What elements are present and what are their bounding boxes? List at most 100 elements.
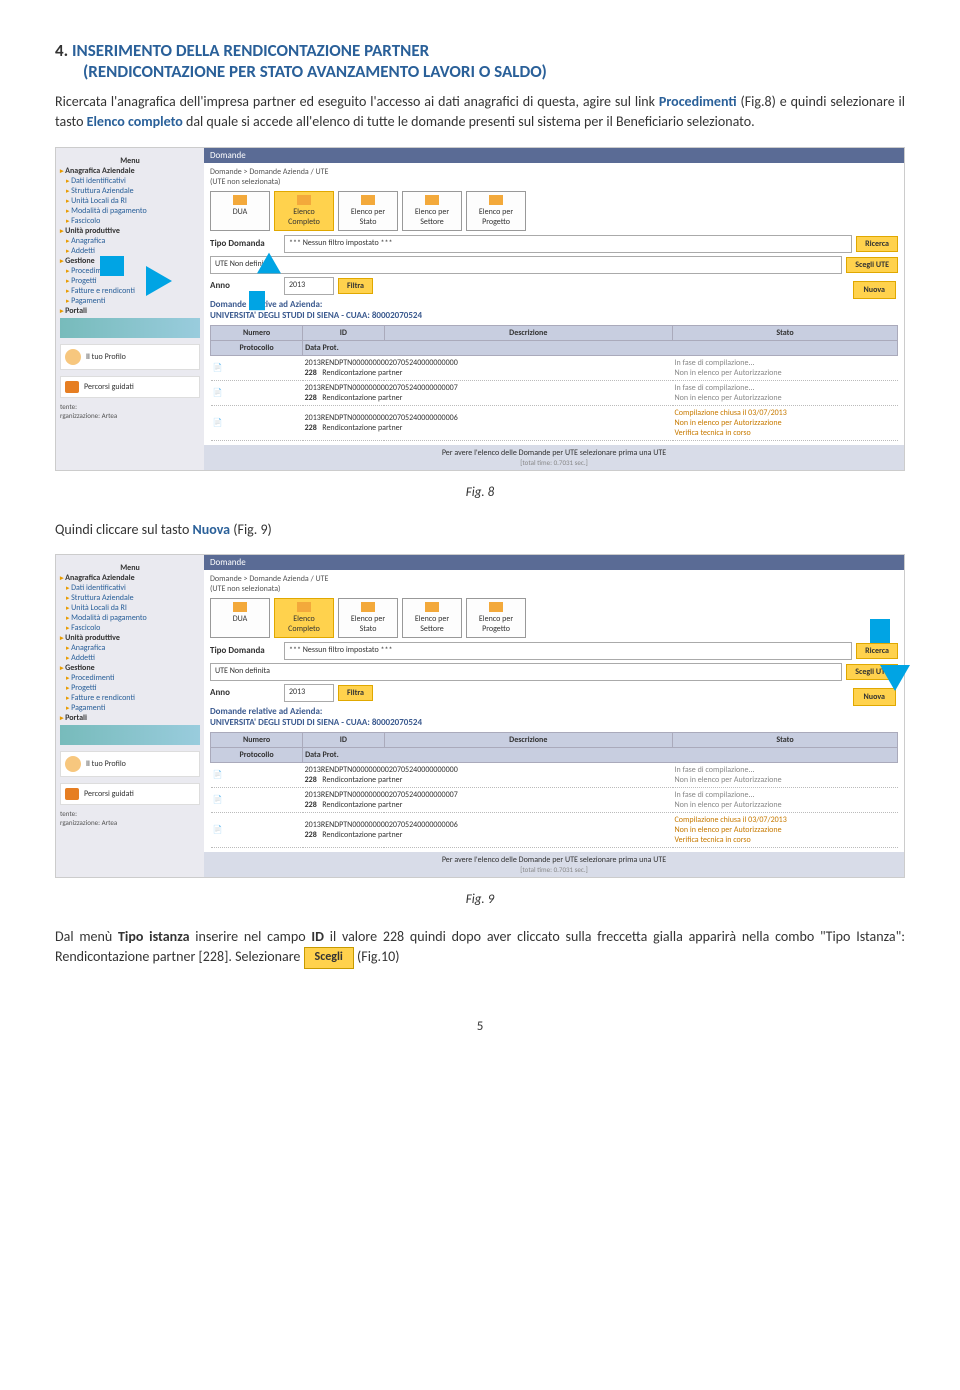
plus-icon bbox=[233, 195, 247, 205]
sidebar-percorsi[interactable]: Percorsi guidati bbox=[60, 376, 200, 398]
lbl-anno: Anno bbox=[210, 687, 280, 698]
sidebar-section-unita[interactable]: Unità produttive bbox=[60, 633, 200, 643]
table-row[interactable]: 📄2013RENDPTN0000000002070524000000000022… bbox=[211, 762, 898, 787]
sidebar-banner bbox=[60, 318, 200, 338]
sidebar-item-progetti[interactable]: Progetti bbox=[60, 276, 200, 286]
lbl-anno: Anno bbox=[210, 280, 280, 291]
sidebar-item-dati[interactable]: Dati identificativi bbox=[60, 583, 200, 593]
sidebar-tente: tente: bbox=[60, 402, 200, 411]
sidebar-section-portali[interactable]: Portali bbox=[60, 713, 200, 723]
btn-filtra[interactable]: Filtra bbox=[338, 685, 373, 701]
section-number: 4. bbox=[55, 40, 68, 61]
main-panel: Domande Domande > Domande Azienda / UTE … bbox=[204, 148, 904, 470]
arrow-icon bbox=[880, 665, 910, 691]
table-row[interactable]: 📄2013RENDPTN0000000002070524000000000022… bbox=[211, 355, 898, 380]
table-row[interactable]: 📄2013RENDPTN0000000002070524000000000622… bbox=[211, 812, 898, 847]
sidebar-item-dati[interactable]: Dati identificativi bbox=[60, 176, 200, 186]
sidebar-section-portali[interactable]: Portali bbox=[60, 306, 200, 316]
sidebar-section-anagrafica[interactable]: Anagrafica Aziendale bbox=[60, 573, 200, 583]
sidebar-item-procedimenti[interactable]: Procedimenti bbox=[60, 266, 200, 276]
section-title-2: (RENDICONTAZIONE PER STATO AVANZAMENTO L… bbox=[83, 61, 905, 82]
btn-nuova[interactable]: Nuova bbox=[853, 281, 896, 299]
sidebar-profile-label: Il tuo Profilo bbox=[86, 759, 126, 769]
combo-ute[interactable]: UTE Non definita bbox=[210, 663, 842, 681]
sidebar-percorsi[interactable]: Percorsi guidati bbox=[60, 783, 200, 805]
btn-ricerca[interactable]: Ricerca bbox=[856, 236, 898, 252]
sidebar-section-unita[interactable]: Unità produttive bbox=[60, 226, 200, 236]
combo-anno[interactable]: 2013 bbox=[284, 277, 334, 295]
sidebar-item-anag[interactable]: Anagrafica bbox=[60, 643, 200, 653]
sidebar-item-modalita[interactable]: Modalità di pagamento bbox=[60, 613, 200, 623]
sidebar-item-addetti[interactable]: Addetti bbox=[60, 653, 200, 663]
th-descrizione: Descrizione bbox=[384, 732, 673, 747]
btn-elenco-progetto[interactable]: Elenco per Progetto bbox=[466, 191, 526, 231]
footer-hint: Per avere l'elenco delle Domande per UTE… bbox=[204, 852, 904, 877]
avatar-icon bbox=[65, 756, 81, 772]
scegli-button[interactable]: Scegli bbox=[304, 947, 354, 968]
btn-elenco-settore[interactable]: Elenco per Settore bbox=[402, 598, 462, 638]
sidebar-item-pagamenti[interactable]: Pagamenti bbox=[60, 296, 200, 306]
ute-subtext: (UTE non selezionata) bbox=[210, 177, 898, 187]
th-protocollo: Protocollo bbox=[211, 747, 303, 762]
fig8-caption: Fig. 8 bbox=[55, 485, 905, 500]
ute-subtext: (UTE non selezionata) bbox=[210, 584, 898, 594]
btn-elenco-settore[interactable]: Elenco per Settore bbox=[402, 191, 462, 231]
plus-icon bbox=[425, 602, 439, 612]
sidebar-profile[interactable]: Il tuo Profilo bbox=[60, 344, 200, 370]
section-heading: 4. INSERIMENTO DELLA RENDICONTAZIONE PAR… bbox=[55, 40, 905, 82]
sidebar-profile[interactable]: Il tuo Profilo bbox=[60, 751, 200, 777]
sidebar-item-fatture[interactable]: Fatture e rendiconti bbox=[60, 693, 200, 703]
sidebar-item-struttura[interactable]: Struttura Aziendale bbox=[60, 593, 200, 603]
sidebar-item-fascicolo[interactable]: Fascicolo bbox=[60, 216, 200, 226]
sidebar-item-fascicolo[interactable]: Fascicolo bbox=[60, 623, 200, 633]
combo-tipo-domanda[interactable]: *** Nessun filtro impostato *** bbox=[284, 642, 852, 660]
sidebar-org: rganizzazione: Artea bbox=[60, 411, 200, 420]
btn-elenco-stato[interactable]: Elenco per Stato bbox=[338, 598, 398, 638]
sidebar-item-fatture[interactable]: Fatture e rendiconti bbox=[60, 286, 200, 296]
sidebar-item-addetti[interactable]: Addetti bbox=[60, 246, 200, 256]
combo-anno[interactable]: 2013 bbox=[284, 684, 334, 702]
table-row[interactable]: 📄2013RENDPTN0000000002070524000000000622… bbox=[211, 405, 898, 440]
sidebar-item-unita-locali[interactable]: Unità Locali da RI bbox=[60, 603, 200, 613]
sidebar-section-gestione[interactable]: Gestione bbox=[60, 256, 200, 266]
p2-text-a: Quindi cliccare sul tasto bbox=[55, 521, 193, 538]
breadcrumb: Domande > Domande Azienda / UTE bbox=[210, 167, 898, 177]
panel-header: Domande bbox=[204, 555, 904, 570]
sidebar-item-unita-locali[interactable]: Unità Locali da RI bbox=[60, 196, 200, 206]
plus-icon bbox=[297, 195, 311, 205]
azienda-value: UNIVERSITA' DEGLI STUDI DI SIENA - CUAA:… bbox=[210, 717, 422, 728]
panel-header: Domande bbox=[204, 148, 904, 163]
plus-icon bbox=[361, 602, 375, 612]
lbl-tipo-domanda: Tipo Domanda bbox=[210, 238, 280, 249]
sidebar-item-pagamenti[interactable]: Pagamenti bbox=[60, 703, 200, 713]
p3-text-c: inserire nel campo bbox=[190, 928, 312, 945]
btn-elenco-stato[interactable]: Elenco per Stato bbox=[338, 191, 398, 231]
btn-ricerca[interactable]: Ricerca bbox=[856, 643, 898, 659]
btn-elenco-completo[interactable]: Elenco Completo bbox=[274, 191, 334, 231]
th-data-prot: Data Prot. bbox=[303, 340, 898, 355]
combo-ute[interactable]: UTE Non definita bbox=[210, 256, 842, 274]
th-id: ID bbox=[303, 325, 384, 340]
btn-elenco-progetto[interactable]: Elenco per Progetto bbox=[466, 598, 526, 638]
avatar-icon bbox=[65, 349, 81, 365]
sidebar-item-procedimenti[interactable]: Procedimenti bbox=[60, 673, 200, 683]
btn-filtra[interactable]: Filtra bbox=[338, 278, 373, 294]
combo-tipo-domanda[interactable]: *** Nessun filtro impostato *** bbox=[284, 235, 852, 253]
btn-dua[interactable]: DUA bbox=[210, 598, 270, 638]
sidebar-percorsi-label: Percorsi guidati bbox=[84, 382, 134, 392]
sidebar-menu-header: Menu bbox=[60, 156, 200, 166]
btn-scegli-ute[interactable]: Scegli UTE bbox=[846, 257, 898, 273]
sidebar-section-anagrafica[interactable]: Anagrafica Aziendale bbox=[60, 166, 200, 176]
sidebar-section-gestione[interactable]: Gestione bbox=[60, 663, 200, 673]
table-row[interactable]: 📄2013RENDPTN0000000002070524000000000722… bbox=[211, 787, 898, 812]
sidebar-item-struttura[interactable]: Struttura Aziendale bbox=[60, 186, 200, 196]
plus-icon bbox=[233, 602, 247, 612]
table-row[interactable]: 📄2013RENDPTN0000000002070524000000000722… bbox=[211, 380, 898, 405]
th-numero: Numero bbox=[211, 325, 303, 340]
sidebar-item-modalita[interactable]: Modalità di pagamento bbox=[60, 206, 200, 216]
sidebar-item-progetti[interactable]: Progetti bbox=[60, 683, 200, 693]
btn-dua[interactable]: DUA bbox=[210, 191, 270, 231]
sidebar-item-anag[interactable]: Anagrafica bbox=[60, 236, 200, 246]
section-title-1: INSERIMENTO DELLA RENDICONTAZIONE PARTNE… bbox=[72, 40, 429, 61]
btn-elenco-completo[interactable]: Elenco Completo bbox=[274, 598, 334, 638]
